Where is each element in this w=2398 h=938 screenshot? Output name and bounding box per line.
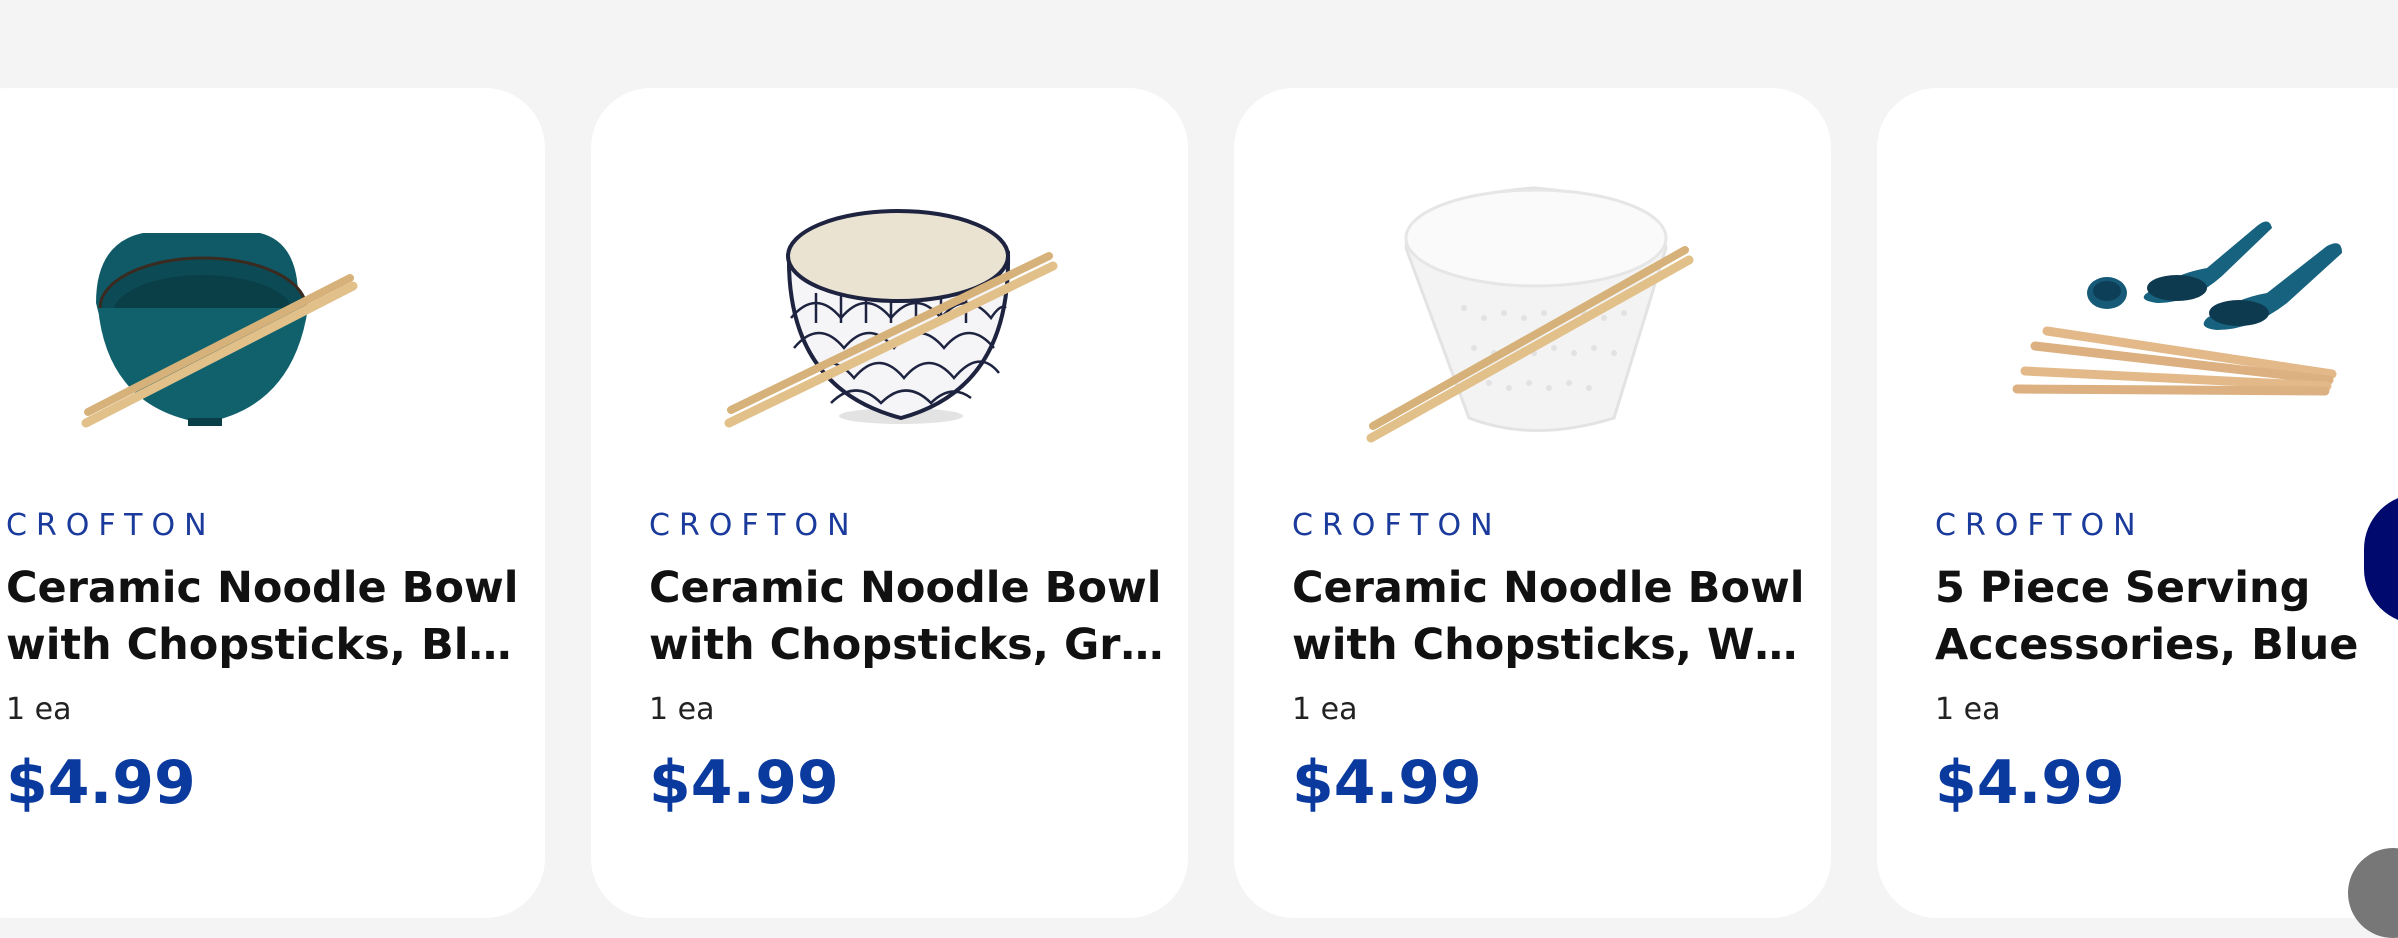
product-brand: CROFTON bbox=[6, 508, 216, 543]
product-title-line[interactable]: Accessories, Blue bbox=[1935, 617, 2398, 674]
product-title-line[interactable]: Ceramic Noodle Bowl bbox=[649, 560, 1169, 617]
product-price: $4.99 bbox=[649, 748, 839, 818]
product-title[interactable]: Ceramic Noodle Bowl with Chopsticks, Gra… bbox=[649, 560, 1169, 674]
product-title[interactable]: 5 Piece Serving Accessories, Blue bbox=[1935, 560, 2398, 674]
product-title-line[interactable]: Ceramic Noodle Bowl bbox=[1292, 560, 1812, 617]
product-title[interactable]: Ceramic Noodle Bowl with Chopsticks, Blu… bbox=[6, 560, 526, 674]
product-card[interactable]: CROFTON 5 Piece Serving Accessories, Blu… bbox=[1877, 88, 2398, 918]
product-brand: CROFTON bbox=[1935, 508, 2145, 543]
product-price: $4.99 bbox=[1292, 748, 1482, 818]
product-brand: CROFTON bbox=[1292, 508, 1502, 543]
product-title[interactable]: Ceramic Noodle Bowl with Chopsticks, Whi… bbox=[1292, 560, 1812, 674]
product-card[interactable]: CROFTON Ceramic Noodle Bowl with Chopsti… bbox=[1234, 88, 1831, 918]
product-price: $4.99 bbox=[1935, 748, 2125, 818]
product-image[interactable] bbox=[0, 88, 545, 468]
product-unit: 1 ea bbox=[6, 692, 72, 727]
product-card[interactable]: CROFTON Ceramic Noodle Bowl with Chopsti… bbox=[0, 88, 545, 918]
product-unit: 1 ea bbox=[1935, 692, 2001, 727]
product-carousel: CROFTON Ceramic Noodle Bowl with Chopsti… bbox=[0, 0, 2398, 938]
product-title-line[interactable]: with Chopsticks, White bbox=[1292, 617, 1812, 674]
product-image[interactable] bbox=[1877, 88, 2398, 468]
product-title-line[interactable]: with Chopsticks, Blue bbox=[6, 617, 526, 674]
product-unit: 1 ea bbox=[1292, 692, 1358, 727]
product-title-line[interactable]: with Chopsticks, Gra... bbox=[649, 617, 1169, 674]
product-brand: CROFTON bbox=[649, 508, 859, 543]
product-unit: 1 ea bbox=[649, 692, 715, 727]
product-card[interactable]: CROFTON Ceramic Noodle Bowl with Chopsti… bbox=[591, 88, 1188, 918]
product-title-line[interactable]: Ceramic Noodle Bowl bbox=[6, 560, 526, 617]
product-image[interactable] bbox=[591, 88, 1188, 468]
product-title-line[interactable]: 5 Piece Serving bbox=[1935, 560, 2398, 617]
product-image[interactable] bbox=[1234, 88, 1831, 468]
product-price: $4.99 bbox=[6, 748, 196, 818]
